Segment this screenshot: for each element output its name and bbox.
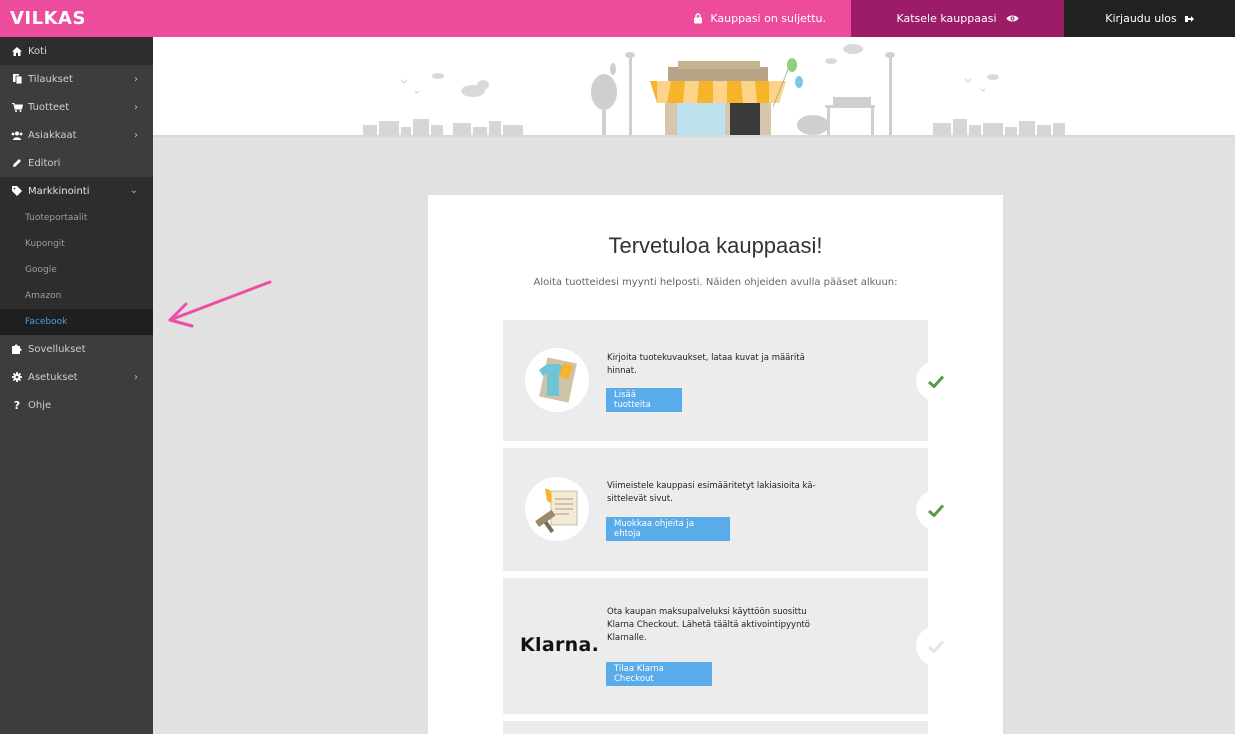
chevron-down-icon: ⌄ <box>129 185 138 196</box>
legal-document-icon <box>525 477 589 541</box>
check-icon <box>928 503 944 517</box>
chevron-right-icon: › <box>134 130 138 141</box>
sidebar-item-label: Tilaukset <box>28 73 73 85</box>
add-products-button[interactable]: Lisää tuotteita <box>606 388 682 412</box>
sidebar-item-tilaukset[interactable]: Tilaukset › <box>0 65 153 93</box>
step-description: Viimeistele kauppasi esimääritetyt lakia… <box>607 481 816 504</box>
sidebar-item-label: Asetukset <box>28 371 78 383</box>
sidebar-item-label: Tuotteet <box>28 101 70 113</box>
help-icon: ? <box>13 398 21 412</box>
tshirt-illustration-icon <box>525 348 589 412</box>
submenu-item-label: Kupongit <box>25 239 65 249</box>
sidebar-item-asetukset[interactable]: Asetukset › <box>0 363 153 391</box>
chevron-right-icon: › <box>134 372 138 383</box>
logout-label: Kirjaudu ulos <box>1105 12 1177 25</box>
store-illustration <box>363 44 1065 135</box>
sidebar-item-tuotteet[interactable]: Tuotteet › <box>0 93 153 121</box>
chevron-right-icon: › <box>134 102 138 113</box>
sidebar-item-sovellukset[interactable]: Sovellukset <box>0 335 153 363</box>
step-pending-check <box>916 626 956 666</box>
vilkas-logo[interactable]: VILKAS <box>0 0 153 37</box>
sidebar-item-ohje[interactable]: ? Ohje <box>0 391 153 419</box>
annotation-arrow-icon <box>168 280 272 328</box>
check-icon <box>928 374 944 388</box>
submenu-item-label: Google <box>25 265 57 275</box>
pencil-icon <box>10 157 24 169</box>
orders-icon <box>10 73 24 85</box>
store-status-text: Kauppasi on suljettu. <box>710 12 826 25</box>
sidebar-item-editori[interactable]: Editori <box>0 149 153 177</box>
klarna-logo: Klarna. <box>520 634 600 656</box>
logo-text: VILKAS <box>10 8 86 29</box>
sidebar-item-label: Markkinointi <box>28 185 90 197</box>
step-done-check <box>916 361 956 401</box>
view-store-button[interactable]: Katsele kauppaasi <box>851 0 1064 37</box>
top-bar: VILKAS Kauppasi on suljettu. Katsele kau… <box>0 0 1235 37</box>
step-klarna: Klarna. Ota kaupan maksupalveluksi käytt… <box>503 578 956 714</box>
cart-icon <box>10 101 24 113</box>
hero-banner <box>153 37 1235 135</box>
sidebar-item-label: Sovellukset <box>28 343 86 355</box>
lock-icon <box>694 13 703 24</box>
sidebar-item-label: Editori <box>28 157 61 169</box>
step-done-check <box>916 490 956 530</box>
submenu-item-google[interactable]: Google <box>0 257 153 283</box>
chevron-right-icon: › <box>134 74 138 85</box>
step-legal-pages: Viimeistele kauppasi esimääritetyt lakia… <box>503 448 956 571</box>
sign-out-icon <box>1184 15 1194 22</box>
step-description: Ota kaupan maksupalveluksi käyttöön suos… <box>607 607 810 643</box>
sidebar-item-koti[interactable]: Koti <box>0 37 153 65</box>
check-icon <box>928 639 944 653</box>
sidebar-item-asiakkaat[interactable]: Asiakkaat › <box>0 121 153 149</box>
step-add-products: Kirjoita tuotekuvaukset, lataa kuvat ja … <box>503 320 956 441</box>
sidebar-item-label: Asiakkaat <box>28 129 77 141</box>
users-icon <box>10 129 24 141</box>
sidebar: Koti Tilaukset › Tuotteet › Asiakkaat › … <box>0 37 153 734</box>
sidebar-item-label: Ohje <box>28 399 52 411</box>
home-icon <box>10 45 24 57</box>
submenu-item-kupongit[interactable]: Kupongit <box>0 231 153 257</box>
marketing-submenu: Tuoteportaalit Kupongit Google Amazon Fa… <box>0 205 153 335</box>
submenu-item-tuoteportaalit[interactable]: Tuoteportaalit <box>0 205 153 231</box>
hero-ground-line <box>153 135 1235 137</box>
sidebar-item-label: Koti <box>28 45 47 57</box>
eye-icon <box>1006 15 1018 22</box>
gear-icon <box>10 371 24 383</box>
sidebar-item-markkinointi[interactable]: Markkinointi ⌄ <box>0 177 153 205</box>
order-klarna-button[interactable]: Tilaa Klarna Checkout <box>606 662 712 686</box>
view-store-label: Katsele kauppaasi <box>896 12 997 25</box>
submenu-item-amazon[interactable]: Amazon <box>0 283 153 309</box>
store-status: Kauppasi on suljettu. <box>153 0 851 37</box>
submenu-item-label: Facebook <box>25 317 68 327</box>
page-title: Tervetuloa kauppaasi! <box>608 233 823 258</box>
submenu-item-facebook[interactable]: Facebook <box>0 309 153 335</box>
tag-icon <box>10 185 24 197</box>
step-description: Kirjoita tuotekuvaukset, lataa kuvat ja … <box>607 353 805 376</box>
submenu-item-label: Tuoteportaalit <box>25 213 88 223</box>
edit-terms-button[interactable]: Muokkaa ohjeita ja ehtoja <box>606 517 730 541</box>
puzzle-icon <box>10 343 24 355</box>
submenu-item-label: Amazon <box>25 291 62 301</box>
page-subtitle: Aloita tuotteidesi myynti helposti. Näid… <box>533 277 898 288</box>
step-next <box>503 721 928 734</box>
logout-button[interactable]: Kirjaudu ulos <box>1064 0 1235 37</box>
